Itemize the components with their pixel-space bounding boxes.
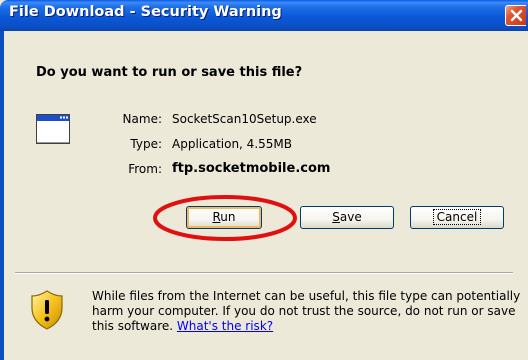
close-button[interactable] xyxy=(505,5,526,26)
dialog-question: Do you want to run or save this file? xyxy=(36,65,303,80)
name-label: Name: xyxy=(122,112,162,126)
window-frame-left xyxy=(0,31,4,360)
name-value: SocketScan10Setup.exe xyxy=(172,112,317,126)
type-value: Application, 4.55MB xyxy=(172,137,292,151)
save-label-rest: ave xyxy=(339,210,362,224)
cancel-button[interactable]: Cancel xyxy=(410,206,504,229)
shield-warning-icon xyxy=(31,290,63,330)
from-label: From: xyxy=(128,162,162,176)
cancel-label: Cancel xyxy=(432,209,482,225)
close-icon xyxy=(510,9,523,22)
security-warning-text: While files from the Internet can be use… xyxy=(92,289,522,334)
from-value: ftp.socketmobile.com xyxy=(172,161,331,176)
whats-the-risk-link[interactable]: What's the risk? xyxy=(177,319,273,333)
save-mnemonic: S xyxy=(332,210,340,224)
window-title: File Download - Security Warning xyxy=(9,4,282,20)
run-label-rest: un xyxy=(220,210,236,224)
type-label: Type: xyxy=(130,137,162,151)
run-button[interactable]: Run xyxy=(186,206,262,229)
warning-message: While files from the Internet can be use… xyxy=(92,289,521,333)
title-bar[interactable]: File Download - Security Warning xyxy=(0,0,528,31)
save-button[interactable]: Save xyxy=(300,206,394,229)
separator-highlight xyxy=(15,273,513,274)
